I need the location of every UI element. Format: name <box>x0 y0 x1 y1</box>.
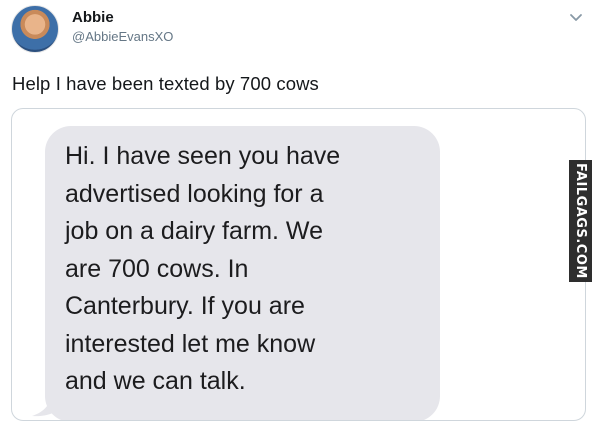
watermark-text: FAILGAGS.COM <box>573 163 588 279</box>
message-text: Hi. I have seen you have advertised look… <box>65 142 341 395</box>
avatar[interactable] <box>11 5 59 53</box>
tweet-card: Abbie @AbbieEvansXO Help I have been tex… <box>0 0 600 435</box>
display-name[interactable]: Abbie <box>72 9 114 26</box>
chevron-down-icon[interactable] <box>567 8 585 26</box>
message-bubble: Hi. I have seen you have advertised look… <box>45 126 440 420</box>
attached-screenshot[interactable]: Hi. I have seen you have advertised look… <box>11 108 586 421</box>
user-handle[interactable]: @AbbieEvansXO <box>72 29 173 44</box>
watermark-badge: FAILGAGS.COM <box>569 160 592 282</box>
tweet-text: Help I have been texted by 700 cows <box>12 73 319 94</box>
